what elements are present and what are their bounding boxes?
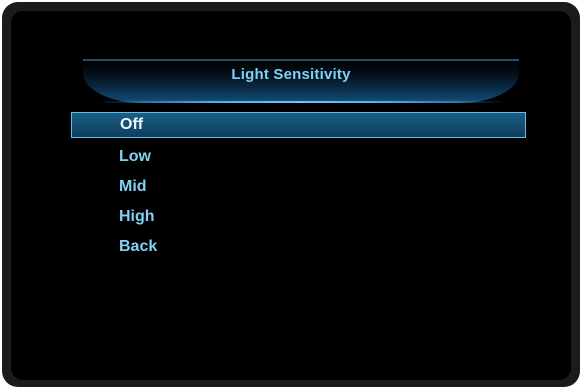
menu-item-mid[interactable]: Mid [71,172,526,202]
menu-screen: Light Sensitivity Off Low Mid High Back [11,11,571,380]
menu-item-high[interactable]: High [71,202,526,232]
option-list: Off Low Mid High Back [71,112,526,262]
menu-item-low[interactable]: Low [71,142,526,172]
device-frame: Light Sensitivity Off Low Mid High Back [2,2,580,387]
menu-item-off[interactable]: Off [71,112,526,138]
menu-item-back[interactable]: Back [71,232,526,262]
menu-title: Light Sensitivity [231,66,351,83]
